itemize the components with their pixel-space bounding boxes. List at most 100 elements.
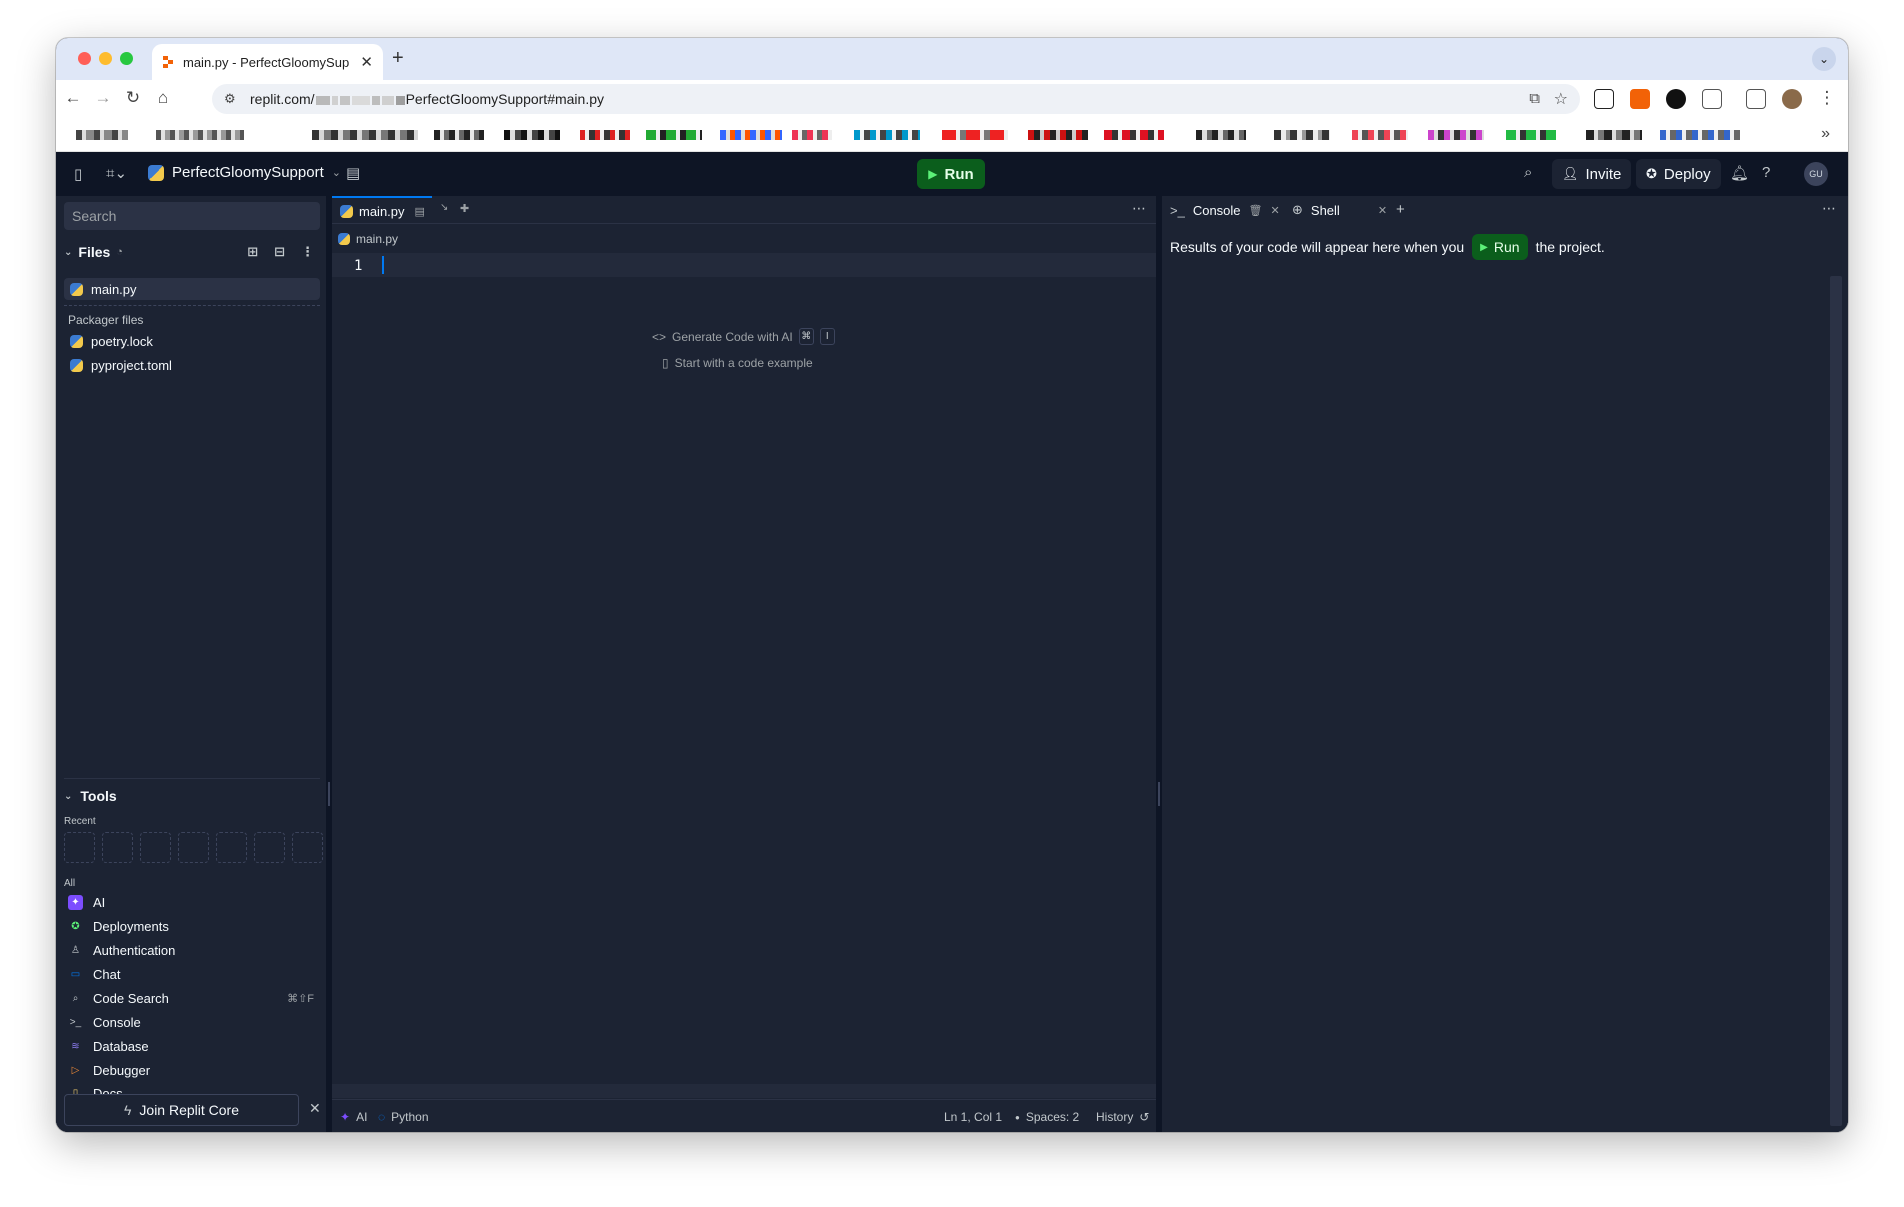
add-tab-icon[interactable]: +: [1396, 201, 1405, 218]
generate-code-ai-hint[interactable]: <> Generate Code with AI ⌘ I: [652, 328, 835, 345]
new-file-icon[interactable]: ⊞: [247, 244, 258, 260]
replit-menu-icon[interactable]: ⌗⌄: [106, 164, 127, 182]
browser-tab-active[interactable]: main.py - PerfectGloomySup ✕: [152, 44, 383, 80]
bookmark-item[interactable]: [504, 130, 560, 140]
console-menu-icon[interactable]: ⋯: [1822, 200, 1836, 217]
bookmark-item[interactable]: [1506, 130, 1556, 140]
inline-run-button[interactable]: ▶ Run: [1472, 234, 1528, 260]
close-icon[interactable]: ✕: [1378, 204, 1387, 217]
bookmark-item[interactable]: [646, 130, 702, 140]
help-icon[interactable]: ?: [1762, 164, 1770, 181]
console-scrollbar[interactable]: [1830, 276, 1842, 1126]
clear-console-icon[interactable]: 🗑︎: [1249, 204, 1263, 217]
address-bar[interactable]: ⚙ replit.com/ PerfectGloomySupport#main.…: [212, 84, 1580, 114]
bookmark-item[interactable]: [434, 130, 484, 140]
file-item-pyproject-toml[interactable]: pyproject.toml: [64, 354, 320, 376]
new-folder-icon[interactable]: ⊟: [274, 244, 285, 260]
notifications-bell-icon[interactable]: 🔔︎: [1730, 164, 1749, 182]
tab-main-py[interactable]: main.py ▤: [332, 196, 432, 224]
editor-menu-icon[interactable]: ⋯: [1132, 200, 1146, 217]
tool-item-deployments[interactable]: ✪ Deployments: [64, 915, 320, 937]
tool-item-ai[interactable]: ✦ AI: [64, 891, 320, 913]
recent-slot[interactable]: [140, 832, 171, 863]
side-panel-icon[interactable]: [1746, 89, 1766, 109]
bookmark-item[interactable]: [1104, 130, 1164, 140]
add-tab-icon[interactable]: ✚: [460, 202, 469, 215]
tool-item-chat[interactable]: ▭ Chat: [64, 963, 320, 985]
close-icon[interactable]: ✕: [1271, 204, 1280, 217]
bookmark-star-icon[interactable]: ☆: [1554, 89, 1568, 109]
bookmark-item[interactable]: [720, 130, 782, 140]
project-selector[interactable]: PerfectGloomySupport ⌄: [148, 164, 341, 181]
tab-search-button[interactable]: ⌄: [1812, 47, 1836, 71]
layout-icon[interactable]: ▤: [346, 164, 360, 182]
code-area[interactable]: [380, 253, 1150, 1083]
toggle-sidebar-icon[interactable]: ▯: [74, 165, 82, 183]
bookmark-item[interactable]: [1352, 130, 1408, 140]
user-avatar[interactable]: GU: [1804, 162, 1828, 186]
forward-icon[interactable]: →: [92, 88, 114, 108]
browser-menu-icon[interactable]: ⋮: [1816, 88, 1838, 108]
new-tab-button[interactable]: +: [392, 47, 404, 70]
cursor-position[interactable]: Ln 1, Col 1: [944, 1110, 1002, 1124]
history-button[interactable]: History ↺: [1096, 1110, 1149, 1124]
code-example-hint[interactable]: ▯ Start with a code example: [662, 356, 813, 370]
tool-item-code-search[interactable]: ⌕ Code Search ⌘⇧F: [64, 987, 320, 1009]
recent-slot[interactable]: [102, 832, 133, 863]
tab-shell[interactable]: ⊕ Shell ✕: [1292, 196, 1387, 224]
invite-button[interactable]: 👤︎ Invite: [1552, 159, 1632, 189]
bookmark-item[interactable]: [792, 130, 832, 140]
tool-item-authentication[interactable]: ♙ Authentication: [64, 939, 320, 961]
bookmark-item[interactable]: [854, 130, 920, 140]
file-item-poetry-lock[interactable]: poetry.lock: [64, 330, 320, 352]
recent-slot[interactable]: [292, 832, 323, 863]
extension-orange-icon[interactable]: [1630, 89, 1650, 109]
bookmark-item[interactable]: [580, 130, 630, 140]
bookmark-item[interactable]: [312, 130, 418, 140]
tool-item-console[interactable]: >_ Console: [64, 1011, 320, 1033]
bookmark-item[interactable]: [1428, 130, 1484, 140]
bookmark-item[interactable]: [1028, 130, 1088, 140]
extensions-puzzle-icon[interactable]: [1702, 89, 1722, 109]
search-input[interactable]: Search: [64, 202, 320, 230]
more-bookmarks-icon[interactable]: »: [1821, 125, 1830, 143]
sidebar-resize-handle[interactable]: [328, 782, 330, 806]
extension-dark-icon[interactable]: [1666, 89, 1686, 109]
deploy-button[interactable]: ✪ Deploy: [1636, 159, 1721, 189]
run-button[interactable]: ▶ Run: [917, 159, 985, 189]
recent-slot[interactable]: [216, 832, 247, 863]
minimize-window-button[interactable]: [99, 52, 112, 65]
recent-slot[interactable]: [64, 832, 95, 863]
breadcrumb-file[interactable]: main.py: [356, 232, 398, 246]
language-status[interactable]: ◌ Python: [378, 1110, 429, 1124]
bookmark-item[interactable]: [1660, 130, 1740, 140]
bookmark-item[interactable]: [1196, 130, 1246, 140]
bookmark-item[interactable]: [1586, 130, 1642, 140]
close-icon[interactable]: ✕: [309, 1100, 321, 1117]
tool-item-debugger[interactable]: ▷ Debugger: [64, 1059, 320, 1081]
profile-avatar[interactable]: [1782, 89, 1802, 109]
join-replit-core-button[interactable]: ϟ Join Replit Core: [64, 1094, 299, 1126]
tools-section-header[interactable]: ⌄ Tools: [64, 788, 117, 804]
pane-resize-handle[interactable]: [1158, 782, 1160, 806]
tab-console[interactable]: >_ Console 🗑︎ ✕: [1170, 196, 1280, 224]
bookmark-item[interactable]: [156, 130, 244, 140]
zoom-window-button[interactable]: [120, 52, 133, 65]
search-icon[interactable]: ⌕: [1524, 164, 1532, 181]
back-icon[interactable]: ←: [62, 88, 84, 108]
bookmark-item[interactable]: [1274, 130, 1330, 140]
recent-slot[interactable]: [254, 832, 285, 863]
bookmark-item[interactable]: [942, 130, 1008, 140]
site-settings-icon[interactable]: ⚙: [224, 91, 236, 107]
recent-slot[interactable]: [178, 832, 209, 863]
tool-item-database[interactable]: ≋ Database: [64, 1035, 320, 1057]
pin-icon[interactable]: ↘: [440, 202, 448, 213]
ai-status-button[interactable]: ✦ AI: [340, 1110, 367, 1124]
split-icon[interactable]: ▤: [415, 205, 425, 218]
reload-icon[interactable]: ↻: [122, 88, 144, 108]
horizontal-scrollbar[interactable]: [332, 1084, 1156, 1098]
files-section-header[interactable]: ⌄ Files ◔ ⊞ ⊟ ⋮: [64, 240, 320, 264]
bookmark-item[interactable]: [76, 130, 128, 140]
file-item-main-py[interactable]: main.py: [64, 278, 320, 300]
files-menu-icon[interactable]: ⋮: [301, 244, 314, 260]
